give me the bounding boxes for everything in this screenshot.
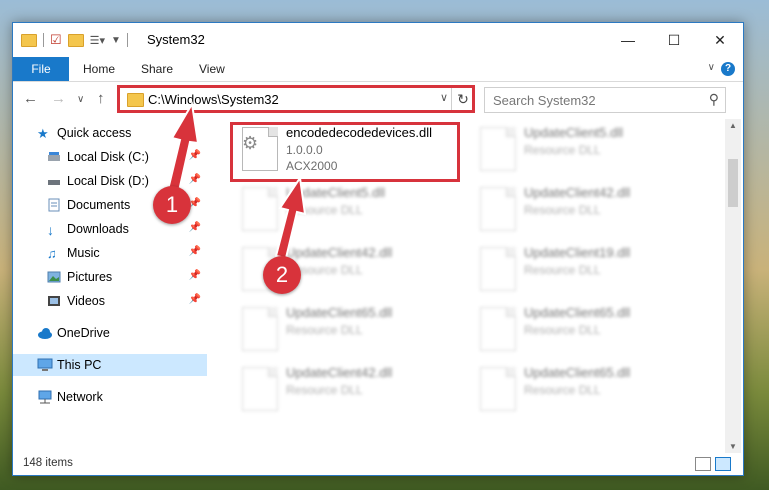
callout-step-1: 1	[153, 186, 191, 224]
callout-step-2: 2	[263, 256, 301, 294]
annotation-arrows	[164, 101, 307, 260]
arrow-2	[274, 175, 307, 260]
